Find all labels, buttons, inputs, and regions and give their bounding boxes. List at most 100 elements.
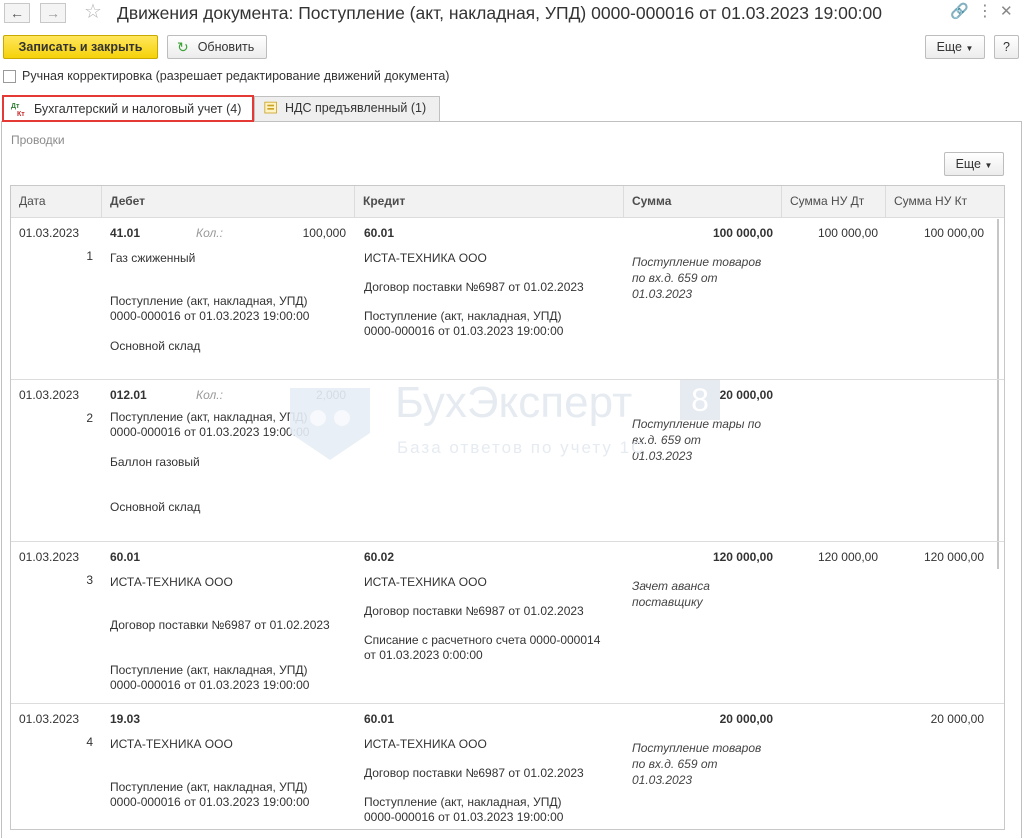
- debit-subconto: Основной склад: [110, 339, 201, 353]
- qty-value: 100,000: [302, 226, 346, 240]
- vertical-scrollbar[interactable]: [997, 219, 999, 569]
- section-title: Проводки: [11, 133, 65, 147]
- col-debit[interactable]: Дебет: [102, 186, 355, 217]
- row-number: 2: [86, 411, 93, 425]
- table-header: Дата Дебет Кредит Сумма Сумма НУ Дт Сумм…: [11, 186, 1004, 218]
- col-sum[interactable]: Сумма: [624, 186, 782, 217]
- sum-value: 20 000,00: [719, 712, 773, 726]
- refresh-button[interactable]: ↻ Обновить: [167, 35, 267, 59]
- qty-label: Кол.:: [196, 226, 223, 240]
- row-date: 01.03.2023: [19, 712, 80, 726]
- dropdown-arrow-icon: ▼: [984, 161, 993, 170]
- credit-subconto: Договор поставки №6987 от 01.02.2023: [364, 280, 584, 294]
- dropdown-arrow-icon: ▼: [965, 44, 974, 53]
- col-nu-kt[interactable]: Сумма НУ Кт: [886, 186, 990, 217]
- favorite-star-icon[interactable]: ☆: [84, 1, 102, 23]
- nu-dt-value: 120 000,00: [817, 550, 878, 564]
- credit-account: 60.02: [364, 550, 395, 564]
- nu-kt-value: 20 000,00: [930, 712, 984, 726]
- arrow-right-icon: →: [46, 5, 60, 21]
- col-credit[interactable]: Кредит: [355, 186, 624, 217]
- debit-account: 19.03: [110, 712, 141, 726]
- col-nu-dt[interactable]: Сумма НУ Дт: [782, 186, 886, 217]
- svg-text:Дт: Дт: [11, 103, 20, 110]
- nu-dt-value: 100 000,00: [817, 226, 878, 240]
- arrow-left-icon: ←: [10, 5, 24, 21]
- sum-value: 120 000,00: [712, 550, 773, 564]
- tab-vat[interactable]: НДС предъявленный (1): [254, 96, 440, 121]
- row-divider: [11, 379, 1004, 380]
- close-icon[interactable]: ✕: [1000, 3, 1013, 21]
- debit-subconto: Поступление (акт, накладная, УПД) 0000-0…: [110, 410, 310, 439]
- row-date: 01.03.2023: [19, 226, 80, 240]
- credit-subconto: Поступление (акт, накладная, УПД) 0000-0…: [364, 795, 564, 824]
- window-title: Движения документа: Поступление (акт, на…: [117, 3, 882, 23]
- row-number: 1: [86, 249, 93, 263]
- refresh-label: Обновить: [197, 40, 255, 54]
- credit-subconto: Списание с расчетного счета 0000-000014 …: [364, 633, 601, 662]
- debit-account: 41.01: [110, 226, 141, 240]
- nu-kt-value: 100 000,00: [923, 226, 984, 240]
- section-more-button[interactable]: Еще ▼: [944, 152, 1004, 176]
- posting-content: Поступление товаров по вх.д. 659 от 01.0…: [632, 255, 762, 301]
- debit-subconto: Договор поставки №6987 от 01.02.2023: [110, 618, 330, 632]
- dt-kt-icon: Дт Кт: [11, 103, 25, 117]
- link-icon[interactable]: 🔗: [950, 3, 969, 21]
- debit-account: 012.01: [110, 388, 147, 402]
- section-more-label: Еще: [955, 157, 982, 171]
- row-date: 01.03.2023: [19, 388, 80, 402]
- debit-subconto: ИСТА-ТЕХНИКА ООО: [110, 575, 233, 589]
- table-row[interactable]: 01.03.2023 4 19.03 ИСТА-ТЕХНИКА ООО Поступле…: [11, 704, 996, 829]
- svg-text:Кт: Кт: [17, 111, 25, 117]
- debit-account: 60.01: [110, 550, 141, 564]
- row-number: 4: [86, 735, 93, 749]
- credit-account: 60.01: [364, 226, 395, 240]
- table-row[interactable]: 01.03.2023 1 41.01 Кол.: 100,000 Газ сжиженны…: [11, 218, 996, 380]
- debit-subconto: Поступление (акт, накладная, УПД) 0000-0…: [110, 780, 310, 809]
- more-button[interactable]: Еще ▼: [925, 35, 985, 59]
- refresh-icon: ↻: [177, 39, 189, 55]
- qty-label: Кол.:: [196, 388, 223, 402]
- tab-accounting-label: Бухгалтерский и налоговый учет (4): [34, 102, 242, 116]
- debit-subconto: Баллон газовый: [110, 455, 200, 469]
- register-icon: [264, 101, 277, 114]
- sum-value: 20 000,00: [719, 388, 773, 402]
- row-number: 3: [86, 573, 93, 587]
- credit-subconto: Договор поставки №6987 от 01.02.2023: [364, 604, 584, 618]
- sum-value: 100 000,00: [712, 226, 773, 240]
- credit-account: 60.01: [364, 712, 395, 726]
- credit-subconto: Поступление (акт, накладная, УПД) 0000-0…: [364, 309, 564, 338]
- tab-accounting[interactable]: Дт Кт Бухгалтерский и налоговый учет (4): [2, 95, 254, 122]
- back-button[interactable]: ←: [4, 3, 30, 23]
- save-and-close-button[interactable]: Записать и закрыть: [3, 35, 158, 59]
- debit-subconto: Поступление (акт, накладная, УПД) 0000-0…: [110, 294, 310, 323]
- debit-subconto: Поступление (акт, накладная, УПД) 0000-0…: [110, 663, 310, 692]
- row-divider: [11, 703, 1004, 704]
- credit-subconto: ИСТА-ТЕХНИКА ООО: [364, 575, 487, 589]
- col-date[interactable]: Дата: [11, 186, 102, 217]
- more-label: Еще: [936, 40, 963, 54]
- menu-dots-icon[interactable]: ⋮: [977, 3, 993, 21]
- posting-content: Поступление тары по вх.д. 659 от 01.03.2…: [632, 417, 762, 463]
- window-titlebar: ← → ☆ Движения документа: Поступление (а…: [0, 0, 1024, 28]
- tab-vat-label: НДС предъявленный (1): [285, 101, 427, 115]
- debit-subconto: ИСТА-ТЕХНИКА ООО: [110, 737, 233, 751]
- help-button[interactable]: ?: [994, 35, 1019, 59]
- row-date: 01.03.2023: [19, 550, 80, 564]
- table-row[interactable]: 01.03.2023 2 012.01 Кол.: 2,000 Поступление (…: [11, 380, 996, 542]
- qty-value: 2,000: [315, 388, 346, 402]
- manual-correction-checkbox[interactable]: [3, 70, 16, 83]
- credit-subconto: Договор поставки №6987 от 01.02.2023: [364, 766, 584, 780]
- forward-button[interactable]: →: [40, 3, 66, 23]
- row-divider: [11, 541, 1004, 542]
- debit-subconto: Основной склад: [110, 500, 201, 514]
- credit-subconto: ИСТА-ТЕХНИКА ООО: [364, 251, 487, 265]
- manual-correction-label: Ручная корректировка (разрешает редактир…: [22, 69, 450, 83]
- credit-subconto: ИСТА-ТЕХНИКА ООО: [364, 737, 487, 751]
- table-row[interactable]: 01.03.2023 3 60.01 ИСТА-ТЕХНИКА ООО Договор …: [11, 542, 996, 704]
- posting-content: Зачет аванса поставщику: [632, 579, 710, 609]
- posting-content: Поступление товаров по вх.д. 659 от 01.0…: [632, 741, 762, 787]
- nu-kt-value: 120 000,00: [923, 550, 984, 564]
- postings-table[interactable]: Дата Дебет Кредит Сумма Сумма НУ Дт Сумм…: [10, 185, 1005, 830]
- debit-subconto: Газ сжиженный: [110, 251, 196, 265]
